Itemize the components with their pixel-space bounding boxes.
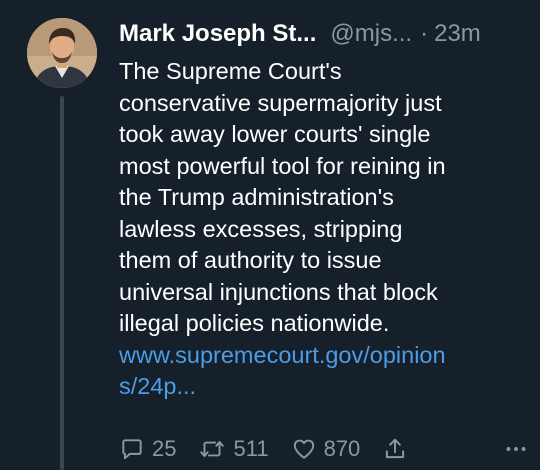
tweet-link-line: s/24p... [119,373,197,399]
avatar[interactable] [27,18,97,88]
avatar-image [27,18,97,88]
tweet-text-line: illegal policies nationwide. [119,310,390,336]
tweet-text: The Supreme Court's conservative superma… [119,56,529,403]
tweet-text-line: the Trump administration's [119,184,394,210]
more-button[interactable] [503,436,529,468]
tweet-text-line: universal injunctions that block [119,278,438,305]
separator-dot: · [420,20,429,47]
reply-button[interactable]: 25 [119,436,176,462]
timestamp[interactable]: 23m [434,16,481,52]
retweet-count: 511 [233,436,269,461]
thread-line [60,96,64,470]
share-icon [386,438,405,459]
tweet-actions: 25 511 870 [119,434,529,464]
tweet-text-line: took away lower courts' single [119,121,431,147]
tweet-link-line: www.supremecourt.gov/opinion [119,341,446,368]
tweet-text-line: lawless excesses, stripping [119,215,403,242]
like-button[interactable]: 870 [291,436,361,462]
more-icon [506,447,526,451]
tweet-text-line: conservative supermajority just [119,89,442,116]
tweet-text-line: most powerful tool for reining in [119,152,446,179]
share-button[interactable] [382,436,408,462]
heart-icon [293,439,314,459]
reply-icon [122,439,142,460]
retweet-icon [200,441,225,457]
author-name[interactable]: Mark Joseph St... [119,16,316,52]
author-handle[interactable]: @mjs... [330,16,412,52]
tweet-link[interactable]: www.supremecourt.gov/opinion s/24p... [119,340,529,403]
tweet-text-line: The Supreme Court's [119,58,342,84]
reply-count: 25 [152,436,177,461]
tweet-header: Mark Joseph St... @mjs... · 23m [119,16,481,52]
retweet-button[interactable]: 511 [198,436,269,462]
like-count: 870 [323,436,361,461]
tweet-text-line: them of authority to issue [119,247,382,273]
